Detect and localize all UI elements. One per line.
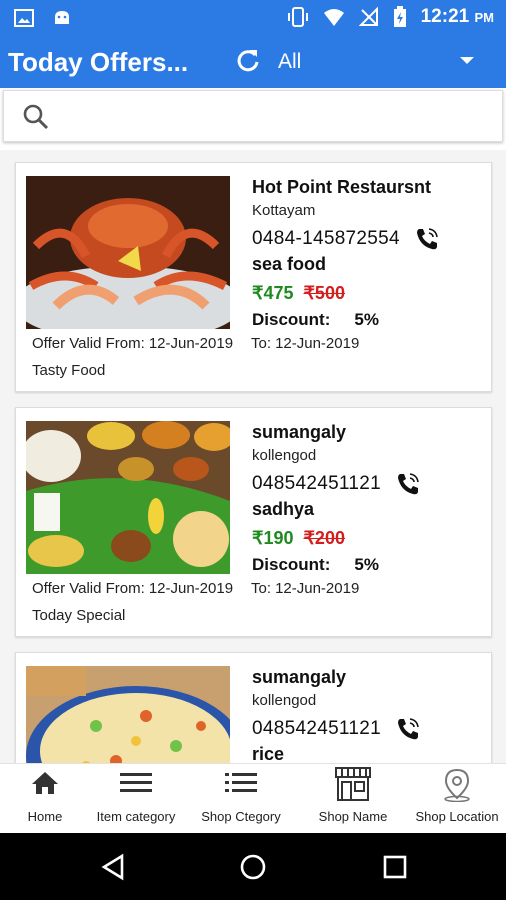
discount-label: Discount: <box>252 555 331 574</box>
offer-validity: Offer Valid From: 12-Jun-2019 To: 12-Jun… <box>32 335 359 352</box>
valid-from-date: 12-Jun-2019 <box>148 580 234 597</box>
search-bar[interactable] <box>3 90 503 142</box>
menu-lines-icon <box>120 773 152 792</box>
discount-value: 5% <box>354 555 379 574</box>
price-row: ₹475 ₹500 <box>252 280 487 307</box>
valid-from-label: Offer Valid From: <box>32 335 145 352</box>
recents-icon[interactable] <box>382 854 408 880</box>
discount-value: 5% <box>354 310 379 329</box>
nav-shop-name-label: Shop Name <box>318 809 388 824</box>
food-image <box>26 666 230 763</box>
valid-to-label: To: <box>251 335 272 352</box>
nav-item-category-label: Item category <box>96 809 176 824</box>
offer-card[interactable]: sumangaly kollengod 048542451121 sadhya … <box>15 407 492 637</box>
valid-to-label: To: <box>251 580 272 597</box>
valid-from-label: Offer Valid From: <box>32 580 145 597</box>
food-image <box>26 421 230 574</box>
original-price: ₹500 <box>303 283 345 303</box>
shop-name: sumangaly <box>252 667 347 687</box>
item-name: sea food <box>252 254 327 274</box>
bottom-navigation: Home Item category Shop Ctegory Shop Nam… <box>0 763 506 833</box>
nav-shop-category[interactable]: Shop Ctegory <box>192 764 290 834</box>
call-icon[interactable] <box>395 471 421 497</box>
filter-dropdown-value[interactable]: All <box>278 50 301 74</box>
clock: 12:21 PM <box>421 6 494 28</box>
offer-price: ₹475 <box>252 283 294 303</box>
valid-from-date: 12-Jun-2019 <box>148 335 234 352</box>
home-icon <box>32 772 58 794</box>
shop-city: kollengod <box>252 447 317 464</box>
food-image <box>26 176 230 329</box>
offer-card[interactable]: sumangaly kollengod 048542451121 rice <box>15 652 492 763</box>
refresh-icon[interactable] <box>234 47 262 75</box>
valid-to-date: 12-Jun-2019 <box>275 335 360 352</box>
shop-city: kollengod <box>252 692 317 709</box>
back-icon[interactable] <box>100 853 126 881</box>
call-icon[interactable] <box>395 716 421 742</box>
nav-shop-name[interactable]: Shop Name <box>308 764 398 834</box>
storefront-icon <box>335 767 371 801</box>
valid-to-date: 12-Jun-2019 <box>275 580 360 597</box>
clock-time: 12:21 <box>420 6 470 27</box>
shop-phone: 048542451121 <box>252 473 381 494</box>
search-icon <box>23 104 49 130</box>
shop-city: Kottayam <box>252 202 316 219</box>
offer-tag: Today Special <box>32 607 126 624</box>
nav-home[interactable]: Home <box>0 764 90 834</box>
nav-shop-location-label: Shop Location <box>415 809 499 824</box>
offer-tag: Tasty Food <box>32 362 106 379</box>
price-row: ₹190 ₹200 <box>252 525 487 552</box>
offer-validity: Offer Valid From: 12-Jun-2019 To: 12-Jun… <box>32 580 359 597</box>
clock-ampm: PM <box>474 10 495 25</box>
offers-list[interactable]: Hot Point Restaursnt Kottayam 0484-14587… <box>0 150 506 763</box>
android-notification-icon <box>55 11 69 24</box>
system-navigation-bar <box>0 833 506 900</box>
nav-shop-location[interactable]: Shop Location <box>410 764 504 834</box>
nav-home-label: Home <box>27 809 63 824</box>
location-pin-icon <box>444 768 470 802</box>
status-bar: 12:21 PM <box>0 0 506 38</box>
app-bar: Today Offers... All <box>0 38 506 88</box>
item-name: rice <box>252 744 285 763</box>
nav-item-category[interactable]: Item category <box>90 764 182 834</box>
offer-card[interactable]: Hot Point Restaursnt Kottayam 0484-14587… <box>15 162 492 392</box>
discount-row: Discount: 5% <box>252 307 487 333</box>
discount-label: Discount: <box>252 310 331 329</box>
shop-phone: 0484-145872554 <box>252 228 400 249</box>
discount-row: Discount: 5% <box>252 552 487 578</box>
nav-shop-category-label: Shop Ctegory <box>201 809 281 824</box>
shop-name: sumangaly <box>252 422 347 442</box>
image-notification-icon <box>14 9 34 27</box>
list-icon <box>225 773 257 792</box>
dropdown-arrow-icon[interactable] <box>460 57 474 64</box>
battery-icon <box>393 6 406 27</box>
wifi-icon <box>323 9 344 26</box>
home-circle-icon[interactable] <box>239 853 267 881</box>
page-title: Today Offers... <box>8 47 189 77</box>
shop-name: Hot Point Restaursnt <box>252 177 432 197</box>
original-price: ₹200 <box>303 528 345 548</box>
item-name: sadhya <box>252 499 315 519</box>
offer-price: ₹190 <box>252 528 294 548</box>
shop-phone: 048542451121 <box>252 718 381 739</box>
call-icon[interactable] <box>414 226 440 252</box>
search-input[interactable] <box>64 101 484 131</box>
no-signal-icon <box>358 7 378 26</box>
vibrate-icon <box>287 7 308 27</box>
